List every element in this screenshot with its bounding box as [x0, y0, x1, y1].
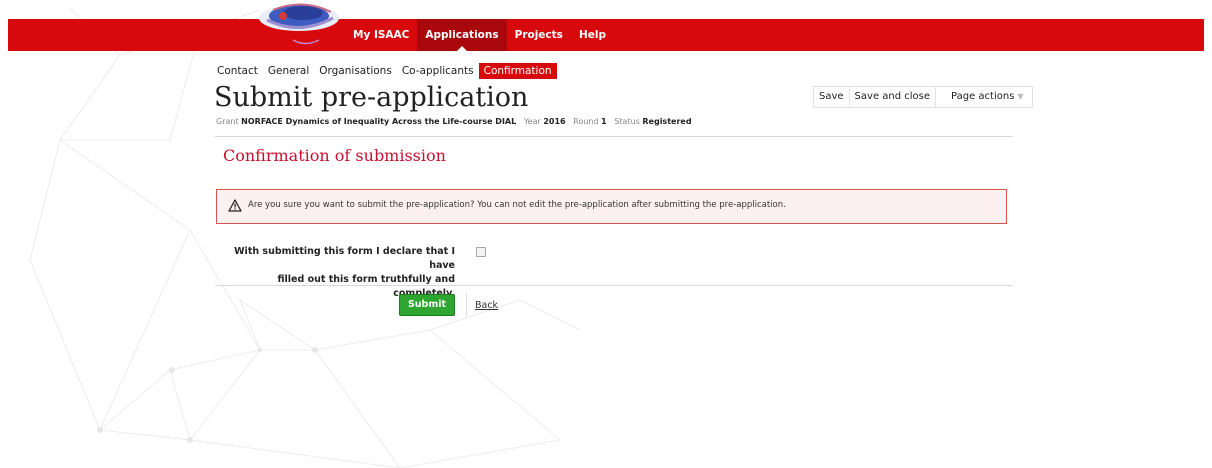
nav-applications[interactable]: Applications: [417, 19, 507, 51]
round-label: Round: [573, 117, 599, 126]
save-and-close-button[interactable]: Save and close: [850, 87, 937, 107]
nav-help[interactable]: Help: [571, 19, 614, 51]
tab-general[interactable]: General: [263, 63, 314, 79]
round-value: 1: [601, 117, 607, 126]
declaration-line-1: With submitting this form I declare that…: [234, 246, 455, 271]
tab-organisations[interactable]: Organisations: [314, 63, 397, 79]
isaac-logo-icon[interactable]: [253, 0, 345, 50]
tab-co-applicants[interactable]: Co-applicants: [397, 63, 479, 79]
page-actions-toolbar: Save Save and close Page actions ▼: [813, 86, 1033, 108]
tab-confirmation[interactable]: Confirmation: [478, 63, 557, 79]
warning-alert: Are you sure you want to submit the pre-…: [216, 189, 1007, 224]
status-value: Registered: [642, 117, 692, 126]
page-actions-dropdown[interactable]: Page actions ▼: [936, 87, 1032, 107]
alert-message: Are you sure you want to submit the pre-…: [248, 200, 786, 210]
warning-icon: [228, 199, 242, 212]
divider: [215, 285, 1013, 286]
submit-button[interactable]: Submit: [399, 294, 455, 316]
nav-my-isaac[interactable]: My ISAAC: [345, 19, 417, 51]
divider: [215, 136, 1013, 137]
save-button[interactable]: Save: [814, 87, 850, 107]
page-actions-label: Page actions: [951, 91, 1015, 102]
main-nav: My ISAAC Applications Projects Help: [345, 19, 614, 51]
section-title: Confirmation of submission: [223, 146, 446, 165]
background-network-graphic: [29, 7, 581, 468]
button-separator: [466, 294, 467, 316]
chevron-down-icon: ▼: [1017, 92, 1024, 101]
declaration-checkbox[interactable]: [476, 247, 486, 257]
grant-value: NORFACE Dynamics of Inequality Across th…: [241, 117, 517, 126]
subtabs: Contact General Organisations Co-applica…: [215, 63, 557, 79]
year-value: 2016: [543, 117, 566, 126]
nav-projects[interactable]: Projects: [507, 19, 571, 51]
tab-contact[interactable]: Contact: [215, 63, 263, 79]
status-label: Status: [614, 117, 640, 126]
back-link[interactable]: Back: [475, 300, 498, 311]
grant-label: Grant: [216, 117, 239, 126]
page-title: Submit pre-application: [214, 82, 529, 113]
declaration-label: With submitting this form I declare that…: [215, 245, 455, 301]
application-meta: Grant NORFACE Dynamics of Inequality Acr…: [216, 117, 692, 126]
year-label: Year: [523, 117, 541, 126]
